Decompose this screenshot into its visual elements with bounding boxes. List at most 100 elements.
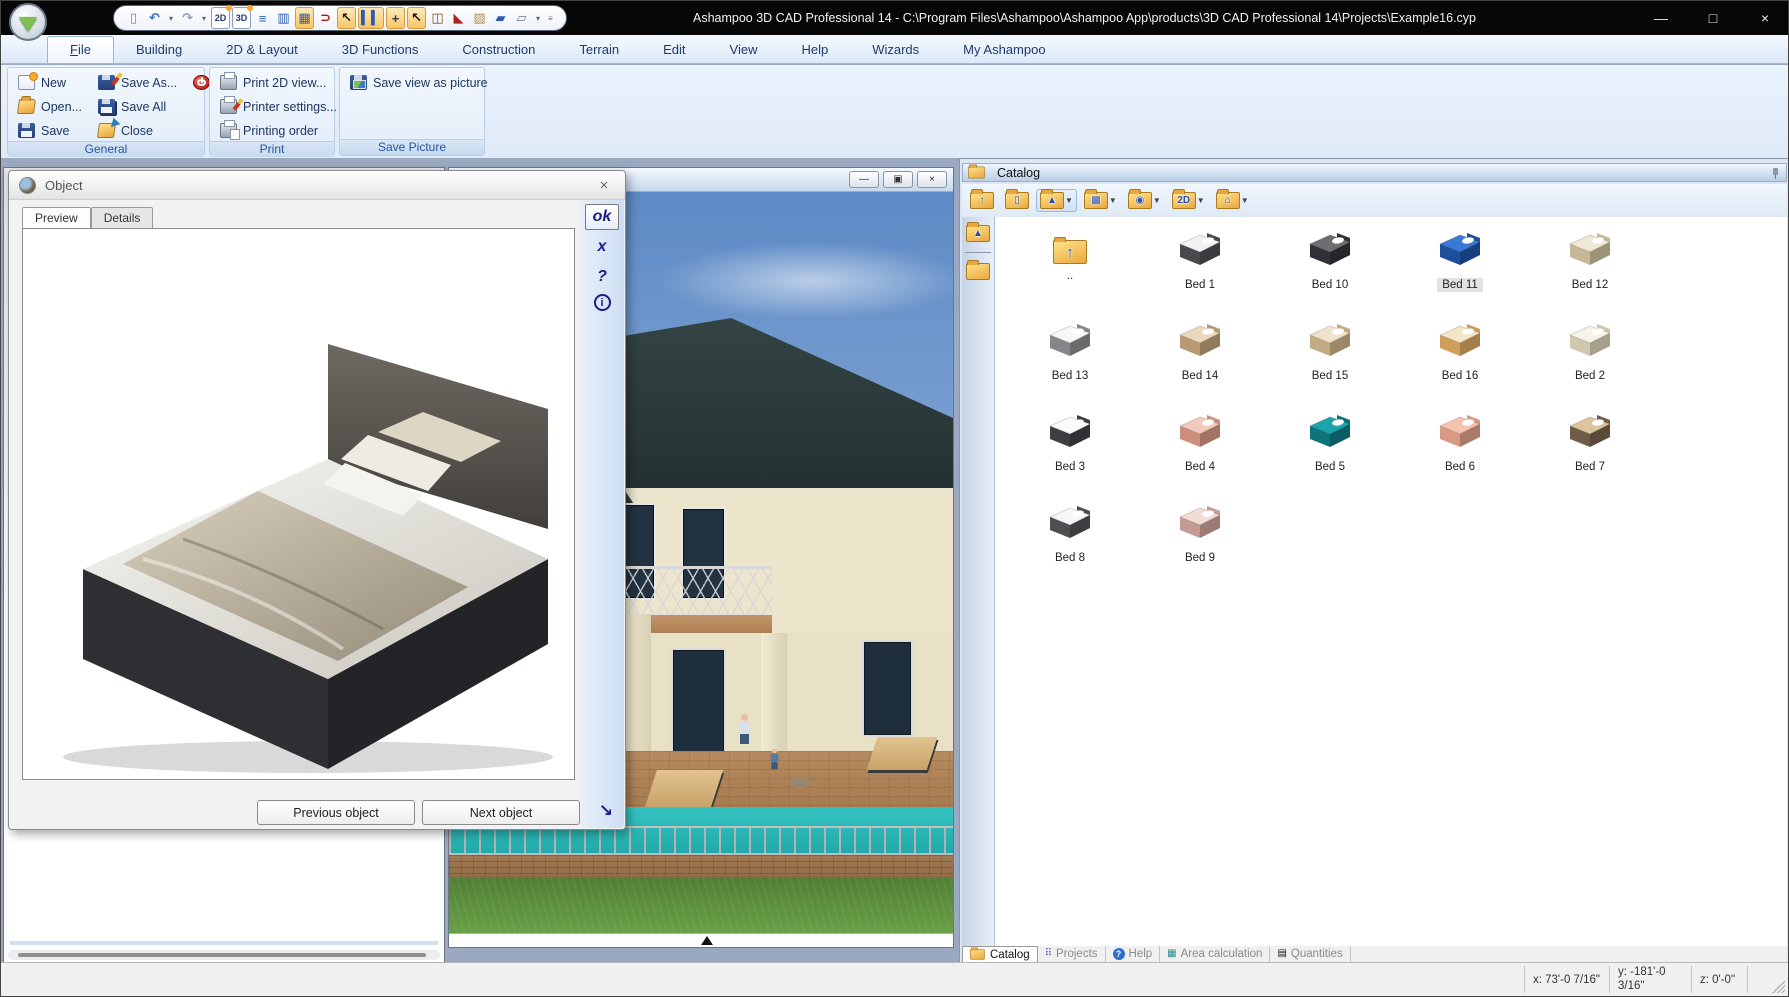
copy-pages-dropdown-icon[interactable]: ▾ bbox=[533, 7, 543, 29]
dropdown-arrow-icon[interactable]: ▼ bbox=[1153, 196, 1161, 205]
catalog-item-bed-11[interactable]: Bed 11 bbox=[1395, 227, 1525, 318]
cancel-button[interactable]: x bbox=[585, 234, 619, 260]
2d-view-icon[interactable]: 2D bbox=[211, 7, 230, 29]
horizontal-guides-icon[interactable]: ≡ bbox=[253, 7, 272, 29]
catalog-item-bed-1[interactable]: Bed 1 bbox=[1135, 227, 1265, 318]
tab-quantities[interactable]: ▤Quantities bbox=[1270, 946, 1350, 962]
grid-icon[interactable]: ▦ bbox=[295, 7, 314, 29]
dropdown-arrow-icon[interactable]: ▼ bbox=[1241, 196, 1249, 205]
tab-view[interactable]: View bbox=[708, 37, 780, 63]
new-document-icon[interactable]: ▯ bbox=[124, 7, 143, 29]
view-3d-restore-button[interactable]: ▣ bbox=[883, 171, 913, 188]
ribbon-item-save[interactable]: Save bbox=[14, 120, 86, 141]
ribbon-item-printer-settings[interactable]: Printer settings... bbox=[216, 96, 341, 117]
dropdown-arrow-icon[interactable]: ▼ bbox=[1109, 196, 1117, 205]
catalog-item-bed-15[interactable]: Bed 15 bbox=[1265, 318, 1395, 409]
3d-view-icon[interactable]: 3D bbox=[232, 7, 251, 29]
roof-panel-tool-icon[interactable]: ▰ bbox=[491, 7, 510, 29]
textures-catalog-button[interactable]: ▩▼ bbox=[1080, 189, 1121, 212]
undo-icon[interactable]: ↶ bbox=[145, 7, 164, 29]
ribbon-item-new[interactable]: New bbox=[14, 72, 86, 93]
app-menu-button[interactable] bbox=[9, 3, 47, 41]
next-object-button[interactable]: Next object bbox=[422, 800, 580, 825]
windows-catalog-button[interactable]: ▯ bbox=[1001, 189, 1033, 212]
catalog-item-bed-8[interactable]: Bed 8 bbox=[1005, 500, 1135, 591]
magnet-snap-icon[interactable]: ⊃ bbox=[316, 7, 335, 29]
tab-area-calculation[interactable]: ▦Area calculation bbox=[1160, 946, 1270, 962]
tab-my-ashampoo[interactable]: My Ashampoo bbox=[941, 37, 1067, 63]
minimize-button[interactable]: — bbox=[1648, 10, 1674, 26]
dropdown-arrow-icon[interactable]: ▼ bbox=[1065, 196, 1073, 205]
catalog-item-bed-9[interactable]: Bed 9 bbox=[1135, 500, 1265, 591]
view-3d-minimize-button[interactable]: — bbox=[849, 171, 879, 188]
tab-projects[interactable]: ⠿Projects bbox=[1038, 946, 1106, 962]
catalog-item-bed-7[interactable]: Bed 7 bbox=[1525, 409, 1655, 500]
guide-lines-icon[interactable]: ▍▍ bbox=[358, 7, 384, 29]
resize-grip[interactable] bbox=[1772, 980, 1785, 993]
maximize-button[interactable]: □ bbox=[1700, 10, 1726, 26]
tab-construction[interactable]: Construction bbox=[440, 37, 557, 63]
dropdown-arrow-icon[interactable]: ▼ bbox=[1197, 196, 1205, 205]
wall-corner-tool-icon[interactable]: ◣ bbox=[449, 7, 468, 29]
catalog-item-bed-4[interactable]: Bed 4 bbox=[1135, 409, 1265, 500]
catalog-item-bed-6[interactable]: Bed 6 bbox=[1395, 409, 1525, 500]
catalog-item-bed-10[interactable]: Bed 10 bbox=[1265, 227, 1395, 318]
tab-details[interactable]: Details bbox=[91, 207, 154, 228]
catalog-item-bed-13[interactable]: Bed 13 bbox=[1005, 318, 1135, 409]
catalog-item-bed-2[interactable]: Bed 2 bbox=[1525, 318, 1655, 409]
view-3d-horizontal-scrollbar[interactable] bbox=[449, 933, 953, 947]
pin-icon[interactable] bbox=[1769, 167, 1781, 179]
tab-wizards[interactable]: Wizards bbox=[850, 37, 941, 63]
ribbon-item-open[interactable]: Open... bbox=[14, 96, 86, 117]
ok-button[interactable]: ok bbox=[585, 204, 619, 230]
symbols-2d-catalog-button[interactable]: 2D▼ bbox=[1168, 189, 1209, 212]
ribbon-item-save-as[interactable]: Save As... bbox=[94, 72, 181, 93]
folder-up-button[interactable]: ↑ bbox=[966, 189, 998, 212]
snap-cursor-icon[interactable]: ↖ bbox=[337, 7, 356, 29]
ribbon-item-printing-order[interactable]: Printing order bbox=[216, 120, 341, 141]
tab-terrain[interactable]: Terrain bbox=[557, 37, 641, 63]
redo-icon[interactable]: ↷ bbox=[178, 7, 197, 29]
close-button[interactable]: × bbox=[1752, 10, 1778, 26]
info-button[interactable]: i bbox=[594, 294, 611, 311]
tab-file[interactable]: File bbox=[47, 36, 114, 63]
previous-object-button[interactable]: Previous object bbox=[257, 800, 415, 825]
tab-catalog[interactable]: Catalog bbox=[962, 946, 1038, 962]
dialog-close-icon[interactable]: × bbox=[593, 177, 615, 194]
dialog-resize-handle[interactable]: ↘ bbox=[599, 801, 613, 821]
hatch-tool-icon[interactable]: ▨ bbox=[470, 7, 489, 29]
tab-edit[interactable]: Edit bbox=[641, 37, 707, 63]
column-view-icon[interactable]: ▥ bbox=[274, 7, 293, 29]
tab-2d-layout[interactable]: 2D & Layout bbox=[204, 37, 320, 63]
tab-help[interactable]: ?Help bbox=[1106, 946, 1161, 962]
catalog-item-bed-12[interactable]: Bed 12 bbox=[1525, 227, 1655, 318]
tab-preview[interactable]: Preview bbox=[22, 207, 91, 228]
plan-2d-horizontal-scrollbar[interactable] bbox=[8, 950, 440, 960]
axis-snap-icon[interactable]: + bbox=[386, 7, 405, 29]
catalog-item-[interactable]: ↑.. bbox=[1005, 227, 1135, 318]
select-arrow-icon[interactable]: ↖ bbox=[407, 7, 426, 29]
catalog-item-bed-16[interactable]: Bed 16 bbox=[1395, 318, 1525, 409]
redo-dropdown-icon[interactable]: ▾ bbox=[199, 7, 209, 29]
ribbon-item-close[interactable]: Close bbox=[94, 120, 181, 141]
customize-quick-access-icon[interactable]: ≡ bbox=[545, 7, 556, 29]
ribbon-item-save-all[interactable]: Save All bbox=[94, 96, 181, 117]
object-dialog-titlebar[interactable]: Object × bbox=[9, 171, 625, 200]
tab-building[interactable]: Building bbox=[114, 37, 204, 63]
catalog-folder-icon[interactable] bbox=[966, 263, 990, 280]
transfer-view-icon[interactable]: ◫ bbox=[428, 7, 447, 29]
ribbon-item-save-view-as-picture[interactable]: Save view as picture bbox=[346, 72, 492, 93]
catalog-item-bed-14[interactable]: Bed 14 bbox=[1135, 318, 1265, 409]
scrollbar-thumb[interactable] bbox=[18, 953, 426, 957]
ribbon-item-print-2d-view[interactable]: Print 2D view... bbox=[216, 72, 341, 93]
groups-catalog-button[interactable]: ⌂▼ bbox=[1212, 189, 1253, 212]
help-button[interactable]: ? bbox=[585, 264, 619, 290]
view-3d-close-button[interactable]: × bbox=[917, 171, 947, 188]
internet-catalog-button[interactable]: ◉▼ bbox=[1124, 189, 1165, 212]
objects-catalog-button[interactable]: ▲▼ bbox=[1036, 189, 1077, 212]
copy-pages-icon[interactable]: ▱ bbox=[512, 7, 531, 29]
catalog-item-bed-5[interactable]: Bed 5 bbox=[1265, 409, 1395, 500]
tab-help[interactable]: Help bbox=[779, 37, 850, 63]
tab-3d-functions[interactable]: 3D Functions bbox=[320, 37, 441, 63]
catalog-item-bed-3[interactable]: Bed 3 bbox=[1005, 409, 1135, 500]
